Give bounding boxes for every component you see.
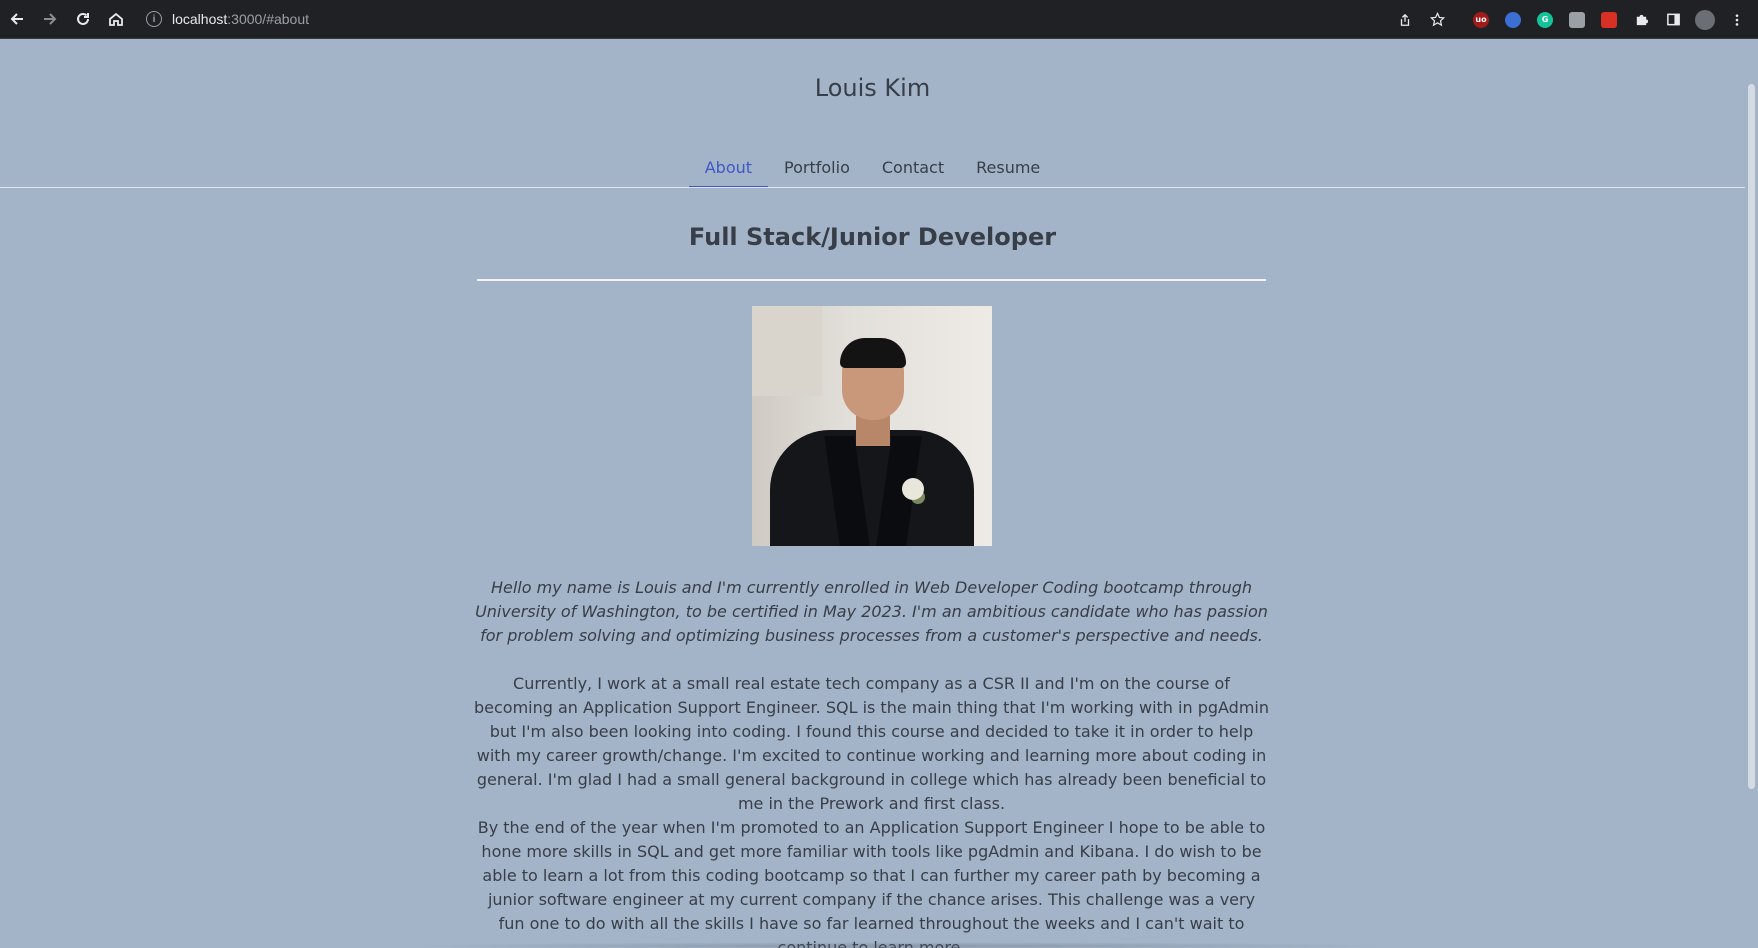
sidebar-icon[interactable]: [1662, 9, 1684, 31]
toolbar-actions: uo G: [1394, 0, 1758, 39]
nav-tab-resume[interactable]: Resume: [960, 152, 1056, 187]
extension-five[interactable]: [1598, 9, 1620, 31]
nav-tab-about[interactable]: About: [688, 152, 769, 188]
page-content: Louis Kim About Portfolio Contact Resume…: [0, 40, 1745, 948]
site-nav: About Portfolio Contact Resume: [0, 152, 1745, 188]
ublock-extension[interactable]: uo: [1470, 9, 1492, 31]
scrollbar[interactable]: [1745, 40, 1758, 948]
address-bar[interactable]: i localhost:3000/#about: [146, 5, 309, 33]
more-vertical-icon[interactable]: [1726, 9, 1748, 31]
reload-button[interactable]: [67, 3, 99, 35]
share-icon[interactable]: [1394, 9, 1416, 31]
back-button[interactable]: [1, 3, 33, 35]
intro-paragraph: Hello my name is Louis and I'm currently…: [475, 578, 1268, 645]
extension-four[interactable]: [1566, 9, 1588, 31]
nav-tab-contact[interactable]: Contact: [866, 152, 960, 187]
arrow-right-icon: [44, 13, 57, 25]
reload-icon: [77, 12, 89, 25]
heading-divider: [477, 279, 1266, 281]
url-host: localhost: [172, 11, 228, 27]
nav-tab-portfolio[interactable]: Portfolio: [768, 152, 866, 187]
home-icon: [109, 12, 123, 26]
forward-button[interactable]: [34, 3, 66, 35]
url-path: :3000/#about: [227, 11, 310, 27]
profile-photo: [752, 306, 992, 546]
about-paragraph-two: By the end of the year when I'm promoted…: [477, 818, 1266, 948]
avatar-icon[interactable]: [1694, 9, 1716, 31]
grammarly-extension[interactable]: G: [1534, 9, 1556, 31]
star-icon[interactable]: [1426, 9, 1448, 31]
browser-toolbar: i localhost:3000/#about uo G: [0, 0, 1758, 39]
nav-divider: [0, 187, 1745, 188]
footer-shadow: [400, 942, 1400, 948]
about-paragraph-one: Currently, I work at a small real estate…: [474, 674, 1269, 813]
puzzle-icon[interactable]: [1630, 9, 1652, 31]
section-heading: Full Stack/Junior Developer: [688, 223, 1057, 251]
info-icon[interactable]: i: [146, 11, 162, 27]
arrow-left-icon: [10, 13, 23, 25]
site-title: Louis Kim: [814, 74, 931, 102]
extension-two[interactable]: [1502, 9, 1524, 31]
home-button[interactable]: [100, 3, 132, 35]
scrollbar-thumb[interactable]: [1748, 84, 1755, 789]
